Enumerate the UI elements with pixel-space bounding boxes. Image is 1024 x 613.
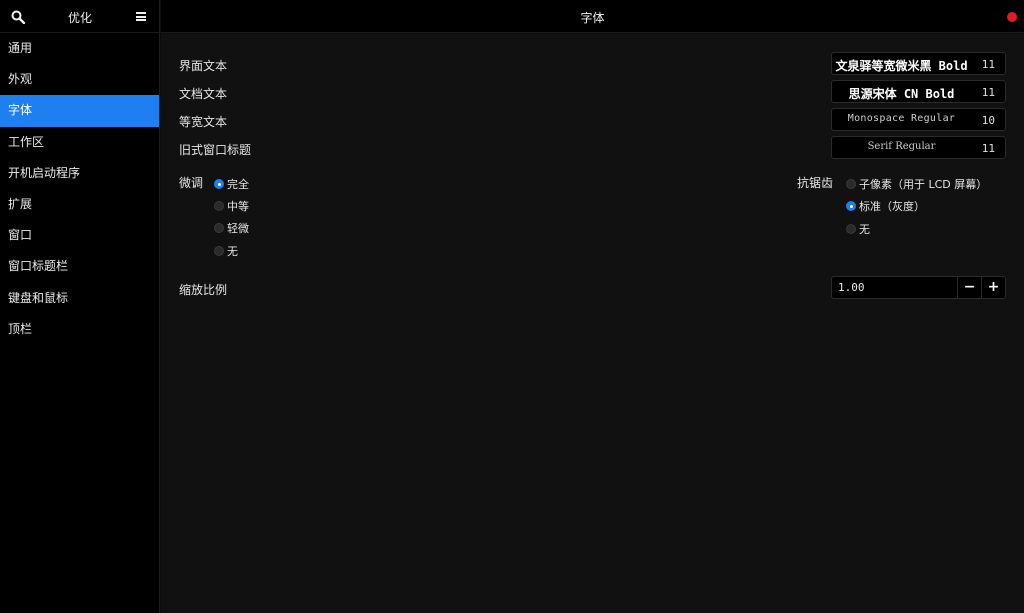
scaling-factor-input[interactable] bbox=[832, 277, 957, 298]
hinting-label: 微调 bbox=[179, 176, 204, 190]
antialiasing-label: 抗锯齿 bbox=[797, 176, 834, 190]
monospace-font-button[interactable]: Monospace Regular 10 bbox=[831, 108, 1006, 131]
interface-font-button[interactable]: 文泉驿等宽微米黑 Bold 11 bbox=[831, 52, 1006, 75]
antialiasing-option-none[interactable]: 无 bbox=[846, 221, 870, 237]
sidebar: 优化 通用 外观 字体 工作区 开机启动程序 扩展 窗口 窗口标题栏 键盘和鼠标… bbox=[0, 0, 160, 613]
radio-label: 中等 bbox=[227, 200, 249, 213]
sidebar-item-appearance[interactable]: 外观 bbox=[0, 64, 159, 95]
sidebar-item-general[interactable]: 通用 bbox=[0, 33, 159, 64]
document-font-button[interactable]: 思源宋体 CN Bold 11 bbox=[831, 80, 1006, 103]
scaling-factor-label: 缩放比例 bbox=[179, 283, 228, 297]
page-title: 字体 bbox=[580, 11, 605, 25]
close-window-button[interactable] bbox=[1007, 12, 1017, 22]
legacy-title-font-name: Serif Regular bbox=[867, 141, 936, 152]
sidebar-item-startup-apps[interactable]: 开机启动程序 bbox=[0, 158, 159, 189]
sidebar-header: 优化 bbox=[0, 0, 159, 33]
document-font-name: 思源宋体 CN Bold bbox=[848, 87, 955, 101]
hinting-option-slight[interactable]: 轻微 bbox=[214, 220, 249, 236]
hamburger-menu-icon[interactable] bbox=[136, 12, 146, 21]
sidebar-item-workspaces[interactable]: 工作区 bbox=[0, 127, 159, 158]
monospace-font-size: 10 bbox=[981, 114, 995, 127]
interface-text-label: 界面文本 bbox=[179, 59, 228, 73]
radio-checked-icon bbox=[846, 201, 856, 211]
interface-font-name: 文泉驿等宽微米黑 Bold bbox=[835, 59, 968, 73]
increase-button[interactable]: + bbox=[981, 277, 1005, 298]
sidebar-item-window-titlebars[interactable]: 窗口标题栏 bbox=[0, 251, 159, 282]
header-bar: 字体 bbox=[161, 0, 1024, 33]
document-font-size: 11 bbox=[981, 86, 995, 99]
monospace-font-name: Monospace Regular bbox=[847, 113, 956, 124]
hinting-option-medium[interactable]: 中等 bbox=[214, 198, 249, 214]
sidebar-item-keyboard-mouse[interactable]: 键盘和鼠标 bbox=[0, 283, 159, 314]
radio-label: 轻微 bbox=[227, 222, 249, 235]
radio-label: 完全 bbox=[227, 178, 249, 191]
radio-icon bbox=[214, 246, 224, 256]
radio-icon bbox=[846, 224, 856, 234]
hinting-option-full[interactable]: 完全 bbox=[214, 176, 249, 192]
scaling-factor-spinbutton: − + bbox=[831, 276, 1006, 299]
sidebar-item-windows[interactable]: 窗口 bbox=[0, 220, 159, 251]
radio-icon bbox=[214, 201, 224, 211]
radio-icon bbox=[846, 179, 856, 189]
radio-label: 标准（灰度） bbox=[859, 200, 925, 213]
legacy-title-font-size: 11 bbox=[981, 142, 995, 155]
interface-font-size: 11 bbox=[981, 58, 995, 71]
hinting-option-none[interactable]: 无 bbox=[214, 243, 238, 259]
radio-label: 无 bbox=[227, 245, 238, 258]
fonts-panel: 界面文本 文泉驿等宽微米黑 Bold 11 文档文本 思源宋体 CN Bold … bbox=[161, 34, 1024, 613]
sidebar-item-fonts[interactable]: 字体 bbox=[0, 95, 159, 127]
radio-icon bbox=[214, 223, 224, 233]
antialiasing-option-subpixel[interactable]: 子像素（用于 LCD 屏幕） bbox=[846, 176, 987, 192]
decrease-button[interactable]: − bbox=[957, 277, 981, 298]
sidebar-item-extensions[interactable]: 扩展 bbox=[0, 189, 159, 220]
monospace-text-label: 等宽文本 bbox=[179, 115, 228, 129]
legacy-title-font-button[interactable]: Serif Regular 11 bbox=[831, 136, 1006, 159]
antialiasing-option-standard[interactable]: 标准（灰度） bbox=[846, 198, 925, 214]
radio-label: 子像素（用于 LCD 屏幕） bbox=[859, 178, 988, 191]
legacy-title-label: 旧式窗口标题 bbox=[179, 143, 252, 157]
radio-checked-icon bbox=[214, 179, 224, 189]
sidebar-item-top-bar[interactable]: 顶栏 bbox=[0, 314, 159, 345]
radio-label: 无 bbox=[859, 223, 870, 236]
document-text-label: 文档文本 bbox=[179, 87, 228, 101]
